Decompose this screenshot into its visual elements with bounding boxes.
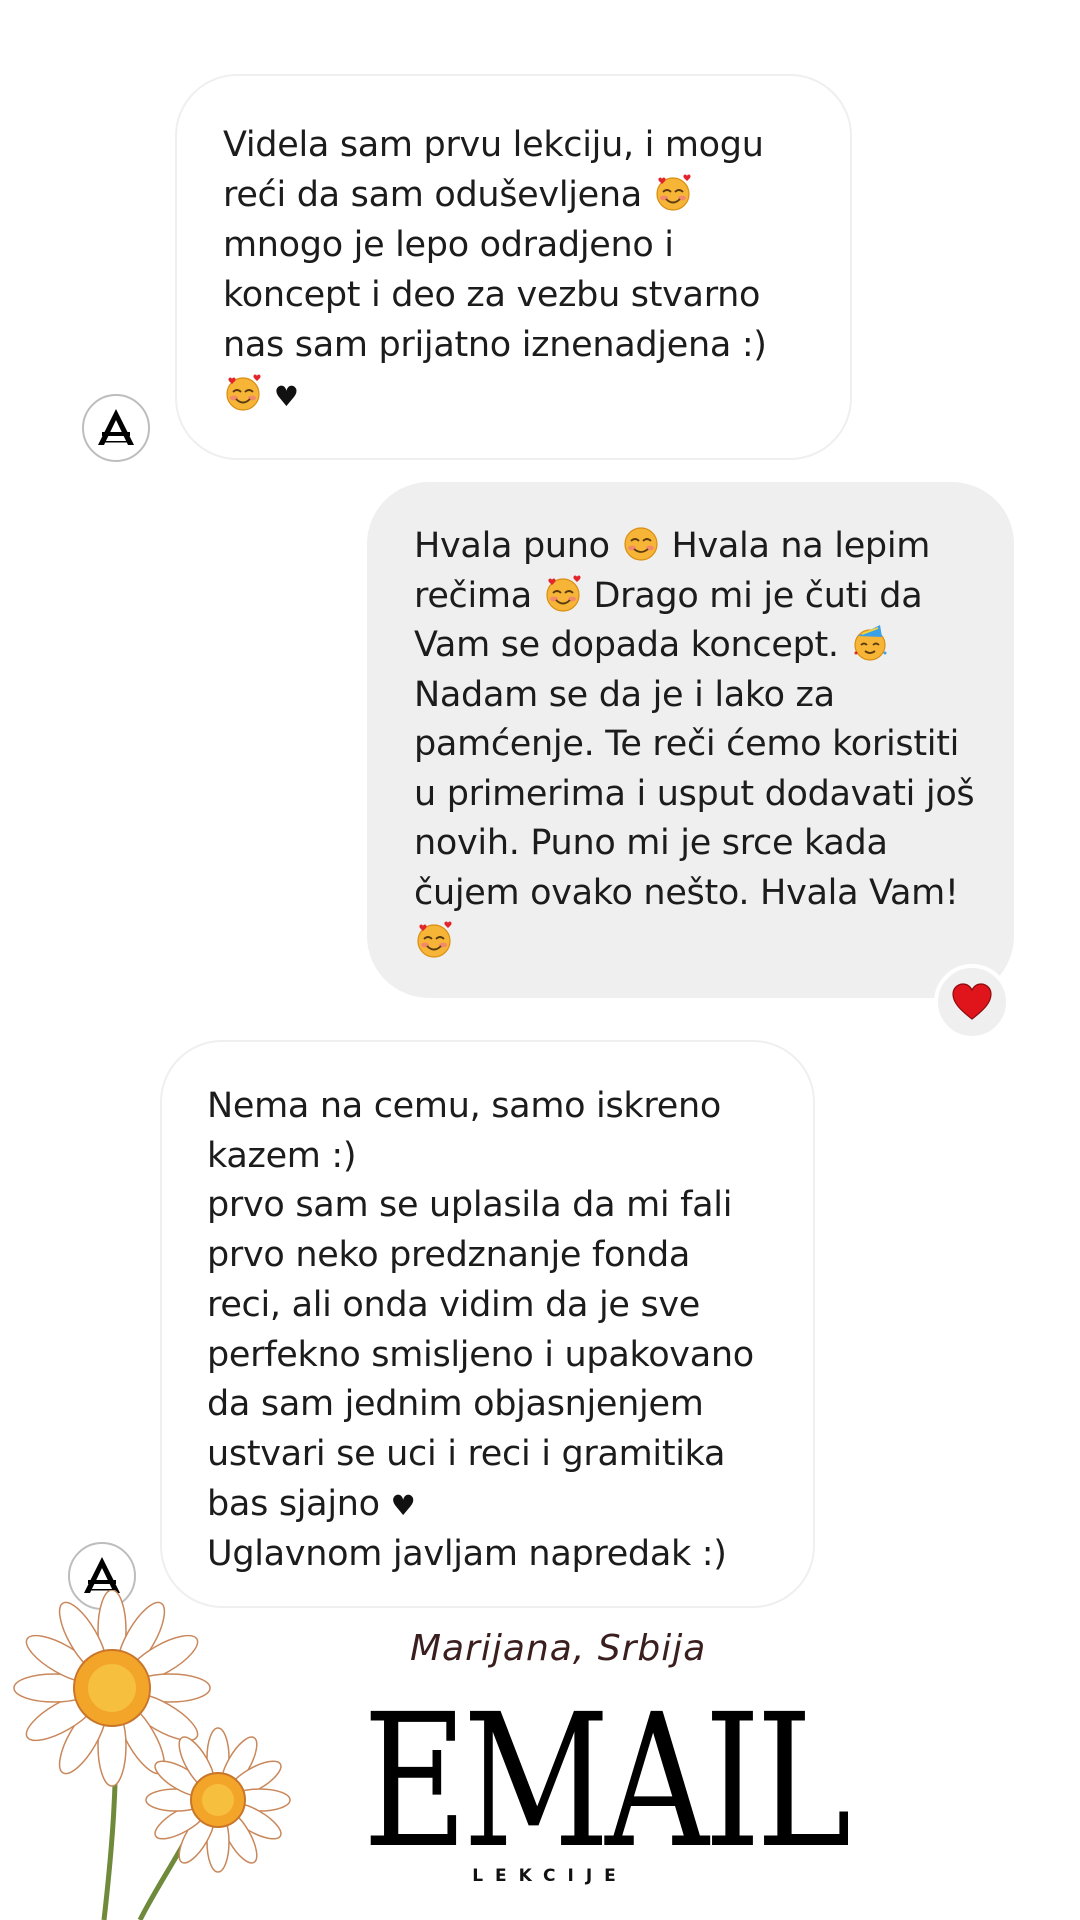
message-line: Uglavnom javljam napredak :) xyxy=(207,1534,727,1575)
message-line: Drago mi je čuti da xyxy=(593,575,923,616)
red-heart-icon xyxy=(952,983,992,1020)
avatar[interactable] xyxy=(82,394,150,462)
message-line: reći da sam oduševljena xyxy=(223,175,642,215)
message-line: Hvala na lepim xyxy=(671,526,931,566)
message-line: Hvala puno xyxy=(414,526,610,566)
smiling-face-with-hearts-icon xyxy=(653,173,693,213)
smiling-face-icon xyxy=(621,524,661,564)
flower-small xyxy=(145,1727,291,1873)
flower-large xyxy=(13,1590,211,1787)
brand-logo-wordmark: EMAIL xyxy=(362,1675,852,1889)
smiling-face-with-hearts-icon xyxy=(223,373,263,413)
message-line: u primerima i usput dodavati još xyxy=(414,773,975,814)
message-line: pamćenje. Te reči ćemo koristiti xyxy=(414,724,960,764)
smiling-face-with-hearts-icon xyxy=(543,574,583,614)
partying-face-icon xyxy=(850,623,890,663)
smiling-face-with-hearts-icon xyxy=(414,920,454,960)
brand-subtitle: LEKCIJE xyxy=(472,1866,628,1886)
message-line: Nema na cemu, samo iskreno xyxy=(207,1086,721,1126)
message-line: prvo neko predznanje fonda xyxy=(207,1235,691,1276)
message-line: kazem :) xyxy=(207,1135,357,1176)
message-line: perfekno smisljeno i upakovano xyxy=(207,1334,754,1375)
message-line: prvo sam se uplasila da mi fali xyxy=(207,1185,733,1226)
message-line: Videla sam prvu lekciju, i mogu xyxy=(223,125,764,165)
heart-reaction[interactable] xyxy=(934,964,1010,1040)
message-line: da sam jednim objasnjenjem xyxy=(207,1384,704,1425)
message-bubble-incoming[interactable]: Videla sam prvu lekciju, i mogu reći da … xyxy=(175,74,852,460)
message-line: bas sjajno xyxy=(207,1483,380,1524)
message-line: čujem ovako nešto. Hvala Vam! xyxy=(414,872,959,913)
logo-a-icon xyxy=(98,409,134,445)
black-heart-icon: ♥ xyxy=(273,380,299,413)
message-line: reci, ali onda vidim da je sve xyxy=(207,1284,701,1325)
message-line: koncept i deo za vezbu stvarno xyxy=(223,275,761,315)
message-line: Nadam se da je i lako za xyxy=(414,674,835,715)
chamomile-flowers xyxy=(13,1590,291,1920)
testimonial-signature: Marijana, Srbija xyxy=(410,1628,707,1669)
message-line: novih. Puno mi je srce kada xyxy=(414,823,888,863)
message-bubble-incoming[interactable]: Nema na cemu, samo iskreno kazem :) prvo… xyxy=(160,1040,815,1608)
message-line: rečima xyxy=(414,575,532,616)
black-heart-icon: ♥ xyxy=(390,1488,416,1522)
message-line: nas sam prijatno iznenadjena :) xyxy=(223,325,767,365)
message-line: ustvari se uci i reci i gramitika xyxy=(207,1433,726,1474)
message-bubble-outgoing[interactable]: Hvala puno Hvala na lepim rečima Drago m… xyxy=(367,482,1014,998)
message-line: Vam se dopada koncept. xyxy=(414,625,839,665)
message-line: mnogo je lepo odradjeno i xyxy=(223,225,674,265)
